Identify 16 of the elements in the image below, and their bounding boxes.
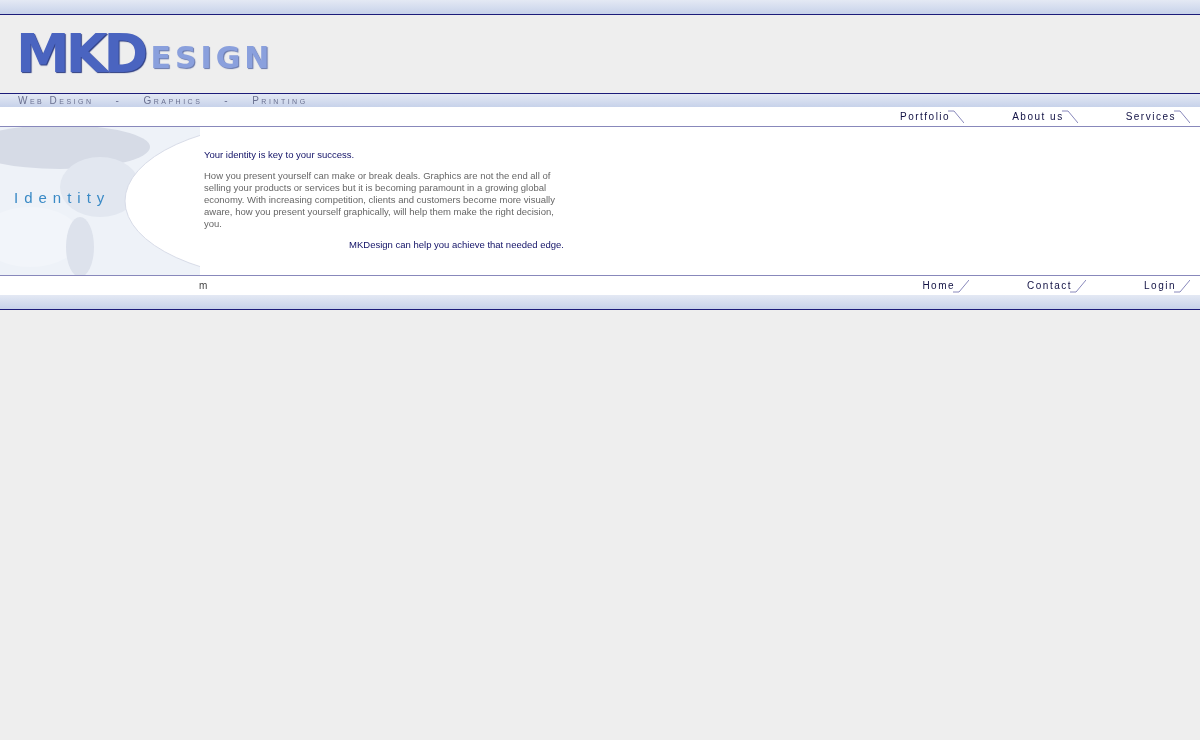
nav-link[interactable]: Portfolio — [899, 111, 951, 122]
nav-link[interactable]: Login — [1144, 280, 1176, 291]
footer-text: m — [199, 280, 208, 291]
nav-link[interactable]: Services — [1125, 111, 1176, 122]
logo: MKD ESIGN — [16, 27, 274, 81]
nav-link[interactable]: About us — [1012, 111, 1064, 122]
tagline-text: - — [224, 95, 231, 106]
heading-text: Your identity is key to your success. — [204, 149, 356, 161]
body-paragraph: How you present yourself can make or break deals. Graphics are not the end all of selling your products or services but it is becoming paramount in a growing global economy. With increasing competition, clients and customers become more visually aware, how you present yourself graphically, will help them make the right decision, you. — [204, 170, 556, 230]
section-title: Identity — [14, 189, 111, 206]
closing-text: MKDesign can help you achieve that needed edge. — [348, 239, 564, 251]
tagline-text: Web Design — [18, 95, 94, 106]
nav-link[interactable]: Contact — [1027, 280, 1073, 291]
tagline-text: Graphics — [143, 95, 203, 106]
tagline-text: - — [115, 95, 122, 106]
nav-link[interactable]: Home — [922, 280, 956, 291]
